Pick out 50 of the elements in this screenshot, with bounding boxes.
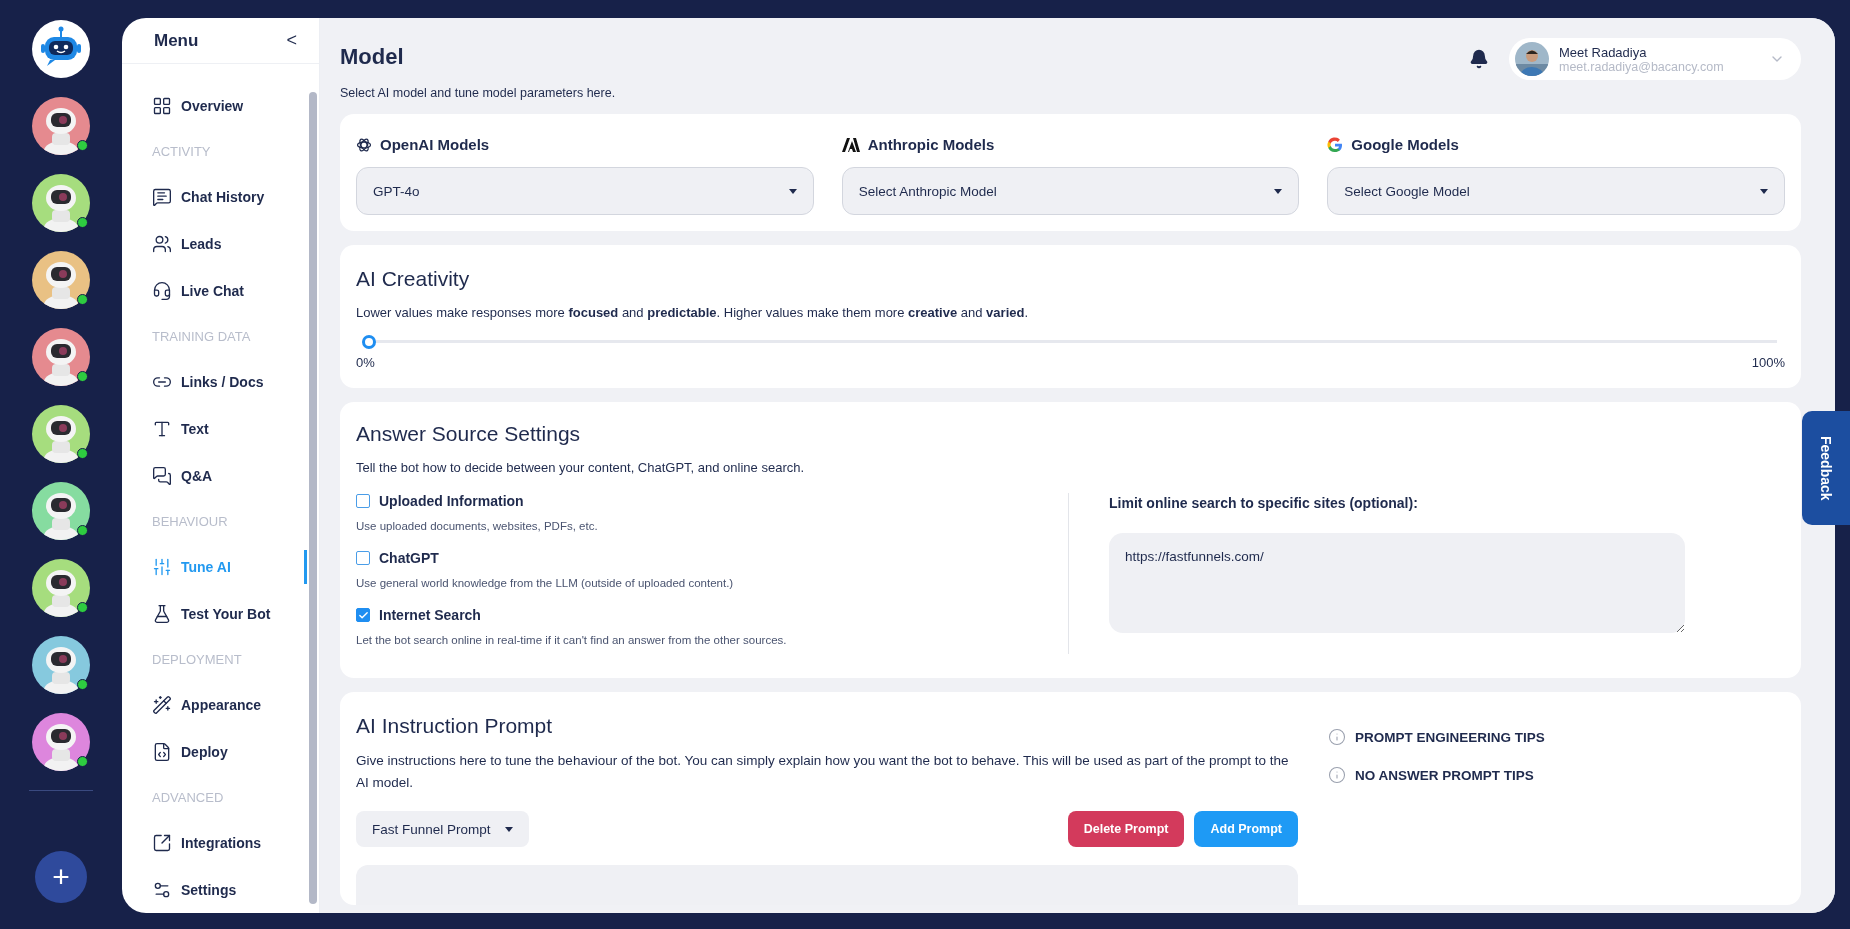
section-title: Answer Source Settings xyxy=(356,421,582,446)
section-label: DEPLOYMENT xyxy=(152,650,243,669)
section-description: Lower values make responses more focused and predictable. Higher values make them more creative and varied. xyxy=(356,304,1030,322)
option-hint: Use uploaded documents, websites, PDFs, etc. xyxy=(356,520,598,532)
menu-item[interactable]: Overview xyxy=(152,82,244,129)
section-label: ADVANCED xyxy=(152,788,225,807)
section-label: ACTIVITY xyxy=(152,142,212,161)
menu-item[interactable]: Test Your Bot xyxy=(152,590,271,637)
tips-link[interactable]: PROMPT ENGINEERING TIPS xyxy=(1328,728,1545,746)
user-menu[interactable]: Meet Radadiya meet.radadiya@bacancy.com xyxy=(1509,38,1801,80)
collapse-button[interactable]: < xyxy=(286,30,297,51)
menu-item[interactable]: Settings xyxy=(152,866,237,913)
option-label: ChatGPT xyxy=(379,550,439,566)
slider-max-label: 100% xyxy=(1751,354,1785,370)
tips-link[interactable]: NO ANSWER PROMPT TIPS xyxy=(1328,766,1534,784)
section-title: AI Instruction Prompt xyxy=(356,714,554,738)
page-subtitle: Select AI model and tune model parameters here. xyxy=(340,86,616,100)
menu-item[interactable]: Integrations xyxy=(152,819,262,866)
model-select[interactable]: Select Anthropic Model xyxy=(841,167,1300,215)
model-label: OpenAI Models xyxy=(380,136,490,153)
option-hint: Let the bot search online in real-time if it can't find an answer from the other sources. xyxy=(356,634,787,646)
page-title: Model xyxy=(340,44,405,70)
menu-item[interactable]: Links / Docs xyxy=(152,358,264,405)
model-label: Anthropic Models xyxy=(867,136,995,153)
model-select[interactable]: GPT-4o xyxy=(356,167,814,215)
section-label: TRAINING DATA xyxy=(152,327,252,346)
slider-min-label: 0% xyxy=(356,354,375,370)
option-label: Uploaded Information xyxy=(379,493,524,509)
menu-item[interactable]: Deploy xyxy=(152,728,228,775)
add-bot-button[interactable]: + xyxy=(35,851,87,903)
option-label: Internet Search xyxy=(379,607,481,623)
section-label: BEHAVIOUR xyxy=(152,512,229,531)
menu-item[interactable]: Chat History xyxy=(152,173,265,220)
model-label: Google Models xyxy=(1351,136,1459,153)
delete-button[interactable]: Delete Prompt xyxy=(1067,811,1185,848)
sites-label: Limit online search to specific sites (optional): xyxy=(1109,495,1418,511)
menu-title: Menu xyxy=(154,30,199,51)
menu-item[interactable]: Live Chat xyxy=(152,267,244,314)
section-description: Give instructions here to tune the behaviour of the bot. You can simply explain how you want the bot to behave. This will be used as part of the prompt to the AI model. xyxy=(356,752,1290,792)
menu-item[interactable]: Appearance xyxy=(152,681,262,728)
section-title: AI Creativity xyxy=(356,267,471,291)
sites-field[interactable]: https://fastfunnels.com/ xyxy=(1109,533,1685,633)
prompt-select[interactable]: Fast Funnel Prompt xyxy=(356,811,529,848)
menu-item[interactable]: Text xyxy=(152,405,209,452)
option-hint: Use general world knowledge from the LLM (outside of uploaded content.) xyxy=(356,577,734,589)
model-select[interactable]: Select Google Model xyxy=(1327,167,1785,215)
feedback-tab[interactable]: Feedback xyxy=(1802,411,1850,525)
menu-item[interactable]: Leads xyxy=(152,220,222,267)
menu-item[interactable]: Q&A xyxy=(152,452,213,499)
section-description: Tell the bot how to decide between your content, ChatGPT, and online search. xyxy=(356,458,806,477)
